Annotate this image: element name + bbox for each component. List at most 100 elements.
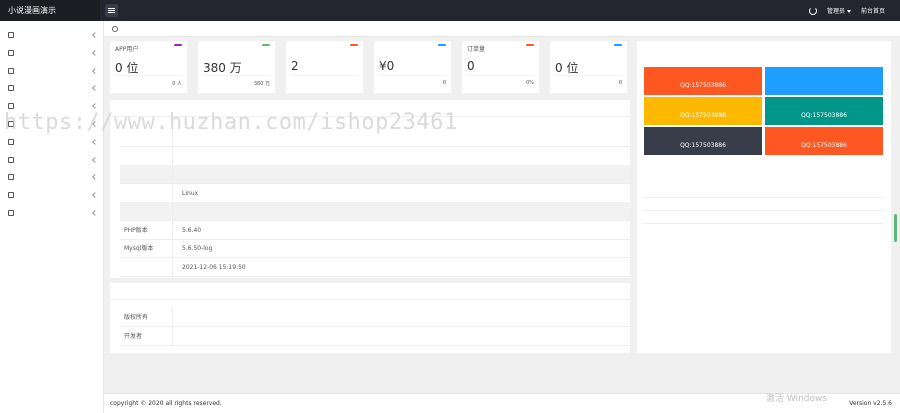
sidebar-item[interactable] [0,62,103,80]
table-row: 2021-12-06 15:19:50 [120,257,630,277]
user-icon [8,120,14,127]
stat-foot-value: 0% [526,80,534,86]
table-row [120,128,630,147]
row-key: Mysql版本 [120,239,173,258]
row-key: PHP版本 [120,220,173,240]
sidebar-item[interactable] [0,204,103,222]
ad-tile[interactable]: QQ:157503886 [644,67,762,95]
row-key: 开发者 [120,327,173,346]
chevron-left-icon [92,156,98,163]
stat-value: ¥0 [379,59,395,73]
stat-card: 2 [286,41,363,93]
notice-item[interactable] [643,200,883,211]
chevron-left-icon [92,32,98,38]
stat-card: 380 万 380 万 [198,41,275,93]
ad-tile[interactable]: QQ:157503886 [765,127,883,155]
row-value: Linux [182,189,199,197]
stat-value: 0 位 [115,61,139,75]
row-key [120,183,173,203]
ad-tile[interactable]: QQ:157503886 [644,127,762,155]
chevron-left-icon [92,192,98,199]
ad-contact: QQ:157503886 [680,82,726,89]
ad-tile[interactable]: QQ:157503886 [765,97,883,125]
menu-toggle-icon[interactable] [105,4,118,17]
gear-icon [8,32,14,38]
ad-contact: QQ:157503886 [801,142,847,149]
chevron-left-icon [92,121,98,127]
stat-foot-value: 0 人 [172,81,182,87]
ad-contact: QQ:157503886 [680,112,726,119]
row-value: 5.6.40 [182,226,202,234]
row-key [120,257,173,277]
frontend-home-link[interactable]: 前台首页 [861,6,885,15]
sidebar-item[interactable] [0,115,103,133]
sidebar-item[interactable] [0,79,103,97]
row-key [120,146,173,166]
notice-item[interactable] [643,187,883,198]
chevron-left-icon [92,49,98,56]
stat-title: APP用户 [115,46,139,53]
row-key [120,165,173,184]
sidebar-item[interactable] [0,26,103,44]
ad-tile[interactable]: QQ:157503886 [644,97,762,125]
stat-badge [526,44,534,46]
file-icon [8,67,14,74]
row-key [120,202,173,221]
sidebar-item[interactable] [0,151,103,169]
table-row: Linux [120,183,630,203]
ad-contact: QQ:157503886 [680,142,726,149]
top-bar: 小说漫画演示 管理员 前台首页 [0,0,900,21]
sidebar-item[interactable] [0,97,103,115]
table-row [120,146,630,166]
row-value: 5.6.50-log [182,245,213,252]
user-menu[interactable]: 管理员 [827,6,851,15]
stat-value: 380 万 [203,61,242,75]
stat-badge [614,44,622,46]
stat-badge [438,44,446,46]
breadcrumb [104,21,900,37]
sidebar-item[interactable] [0,168,103,186]
book-icon [8,49,14,56]
sidebar-item[interactable] [0,44,103,62]
row-key: 版权所有 [120,308,173,327]
home-icon[interactable] [112,26,118,32]
refresh-icon[interactable] [808,6,817,15]
scrollbar-thumb[interactable] [894,214,897,242]
chevron-left-icon [92,103,98,110]
audio-icon [8,103,14,110]
sidebar-item[interactable] [0,186,103,204]
table-row [120,165,630,184]
table-row [120,202,630,221]
gift-icon [8,138,14,145]
row-key [120,128,173,147]
stat-value: 0 位 [555,61,579,75]
stat-card: APP用户 0 位 0 人 [110,41,187,93]
stat-foot-value: 0 [618,80,622,86]
chevron-left-icon [92,67,98,74]
stat-card: ¥0 0 [374,41,451,93]
stat-badge [262,44,270,46]
chevron-left-icon [92,85,98,92]
ad-icon [8,174,14,181]
stat-card: 订单量 0 0% [462,41,539,93]
stat-card: 0 位 0 [550,41,627,93]
table-row: Mysql版本 5.6.50-log [120,239,630,258]
stat-badge [350,44,358,46]
box-icon [8,85,14,92]
table-row: PHP版本 5.6.40 [120,220,630,240]
stat-value: 0 [467,59,475,73]
ads-panel: QQ:157503886 QQ:157503886 QQ:157503886 QQ:1… [637,41,891,353]
stat-badge [174,44,182,46]
notice-item[interactable] [643,213,883,224]
copyright: copyright © 2020 all rights reserved. [110,400,222,407]
ad-contact: QQ:157503886 [801,112,847,119]
app-brand[interactable]: 小说漫画演示 [0,0,100,21]
stat-foot-value: 0 [442,80,446,86]
stat-title: 订单量 [467,46,486,53]
ad-tile[interactable] [765,67,883,95]
table-row: 版权所有 [120,308,630,327]
money-icon [8,156,14,163]
table-row: 开发者 [120,327,630,346]
sidebar-item[interactable] [0,133,103,151]
stat-value: 2 [291,59,299,73]
